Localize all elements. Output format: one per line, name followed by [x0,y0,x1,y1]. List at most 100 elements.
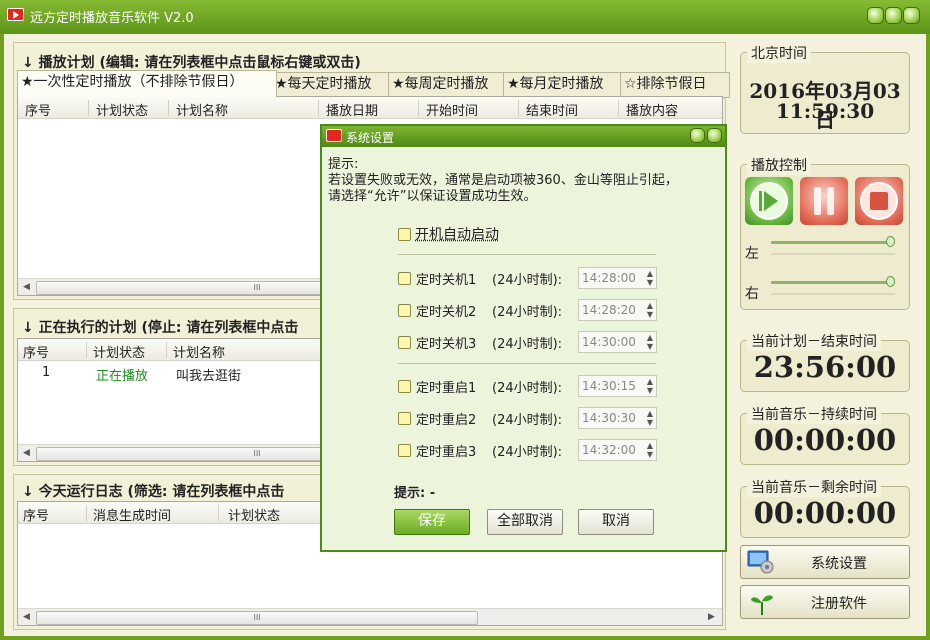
scroll-left-icon[interactable]: ◀ [19,280,34,294]
system-settings-label: 系统设置 [811,556,867,572]
autostart-checkbox[interactable] [398,228,411,241]
col-time[interactable]: 消息生成时间 [93,505,171,524]
cancel-button[interactable]: 取消 [578,509,654,535]
shutdown1-label: 定时关机1 [416,273,477,288]
separator [398,363,656,364]
sprout-icon [751,595,773,615]
remaining-box: 当前音乐－剩余时间 00:00:00 [740,477,910,538]
shutdown2-checkbox[interactable] [398,304,411,317]
spin-down-icon[interactable]: ▼ [647,451,653,459]
scroll-left-icon[interactable]: ◀ [19,610,34,624]
shutdown3-format: (24小时制): [492,337,563,352]
cancel-all-button[interactable]: 全部取消 [487,509,563,535]
pause-icon [814,187,834,215]
scroll-thumb[interactable]: III [36,611,478,625]
scroll-left-icon[interactable]: ◀ [19,446,34,460]
scroll-right-icon[interactable]: ▶ [704,610,719,624]
dialog-minimize-button[interactable] [690,128,705,143]
dialog-close-button[interactable] [707,128,722,143]
shutdown2-label: 定时关机2 [416,305,477,320]
spin-down-icon[interactable]: ▼ [647,279,653,287]
restart3-time-input[interactable]: 14:32:00 ▲ ▼ [578,439,657,461]
shutdown1-time-input[interactable]: 14:28:00 ▲ ▼ [578,267,657,289]
restart3-format: (24小时制): [492,445,563,460]
restart1-format: (24小时制): [492,381,563,396]
restart1-checkbox[interactable] [398,380,411,393]
left-volume-fill [771,241,895,244]
dialog-status-text: 提示: - [394,486,436,501]
separator [398,254,656,255]
window-title: 远方定时播放音乐软件 V2.0 [30,11,194,26]
shutdown3-time-input[interactable]: 14:30:00 ▲ ▼ [578,331,657,353]
spin-up-icon[interactable]: ▲ [647,378,653,386]
restart2-label: 定时重启2 [416,413,477,428]
restart2-checkbox[interactable] [398,412,411,425]
dialog-app-icon [326,129,342,142]
pause-button[interactable] [800,177,848,225]
spin-up-icon[interactable]: ▲ [647,442,653,450]
plan-end-box: 当前计划－结束时间 23:56:00 [740,331,910,392]
log-list-hscrollbar[interactable]: ◀ III ▶ [18,608,722,625]
restart1-label: 定时重启1 [416,381,477,396]
log-title-text: 今天运行日志 (筛选: 请在列表框中点击 [38,484,285,500]
restart1-time-input[interactable]: 14:30:15 ▲ ▼ [578,375,657,397]
tab-monthly[interactable]: ★每月定时播放 [503,72,626,98]
spin-up-icon[interactable]: ▲ [647,410,653,418]
shutdown1-format: (24小时制): [492,273,563,288]
left-channel-label: 左 [745,246,759,262]
right-volume-knob[interactable] [886,276,895,287]
shutdown2-format: (24小时制): [492,305,563,320]
duration-box: 当前音乐－持续时间 00:00:00 [740,404,910,465]
right-channel-label: 右 [745,286,759,302]
col-name[interactable]: 计划名称 [173,342,225,361]
col-start[interactable]: 开始时间 [426,100,478,119]
spin-down-icon[interactable]: ▼ [647,419,653,427]
col-index[interactable]: 序号 [23,342,49,361]
minimize-button[interactable] [867,7,884,24]
left-volume-knob[interactable] [886,236,895,247]
col-status[interactable]: 计划状态 [93,342,145,361]
dialog-title: 系统设置 [346,131,395,145]
play-icon [750,182,788,220]
col-status[interactable]: 计划状态 [228,505,280,524]
settings-computer-icon [747,550,774,574]
restart2-time-input[interactable]: 14:30:30 ▲ ▼ [578,407,657,429]
save-button[interactable]: 保存 [394,509,470,535]
shutdown2-time-input[interactable]: 14:28:20 ▲ ▼ [578,299,657,321]
spin-down-icon[interactable]: ▼ [647,311,653,319]
shutdown3-checkbox[interactable] [398,336,411,349]
col-index[interactable]: 序号 [25,100,51,119]
dialog-title-bar: 系统设置 [322,126,725,147]
col-index[interactable]: 序号 [23,505,49,524]
left-volume-slider[interactable] [771,236,895,247]
maximize-button[interactable] [885,7,902,24]
right-volume-slider[interactable] [771,276,895,287]
spin-up-icon[interactable]: ▲ [647,334,653,342]
restart2-format: (24小时制): [492,413,563,428]
stop-button[interactable] [855,177,903,225]
autostart-label[interactable]: 开机自动启动 [415,224,499,244]
col-date[interactable]: 播放日期 [326,100,378,119]
col-status[interactable]: 计划状态 [96,100,148,119]
shutdown1-checkbox[interactable] [398,272,411,285]
music-duration: 00:00:00 [753,423,897,457]
system-settings-button[interactable]: 系统设置 [740,545,910,579]
spin-up-icon[interactable]: ▲ [647,302,653,310]
tab-weekly[interactable]: ★每周定时播放 [388,72,509,98]
col-name[interactable]: 计划名称 [176,100,228,119]
tab-daily[interactable]: ★每天定时播放 [271,72,394,98]
spin-up-icon[interactable]: ▲ [647,270,653,278]
tab-holidays[interactable]: ☆排除节假日 [620,72,730,98]
app-play-icon [7,8,24,21]
restart3-checkbox[interactable] [398,444,411,457]
register-button[interactable]: 注册软件 [740,585,910,619]
register-label: 注册软件 [811,596,867,612]
spin-down-icon[interactable]: ▼ [647,387,653,395]
col-content[interactable]: 播放内容 [626,100,678,119]
close-button[interactable] [903,7,920,24]
spin-down-icon[interactable]: ▼ [647,343,653,351]
col-end[interactable]: 结束时间 [526,100,578,119]
play-button[interactable] [745,177,793,225]
tab-once[interactable]: ★一次性定时播放（不排除节假日） [17,70,277,97]
play-control-label: 播放控制 [747,155,811,175]
